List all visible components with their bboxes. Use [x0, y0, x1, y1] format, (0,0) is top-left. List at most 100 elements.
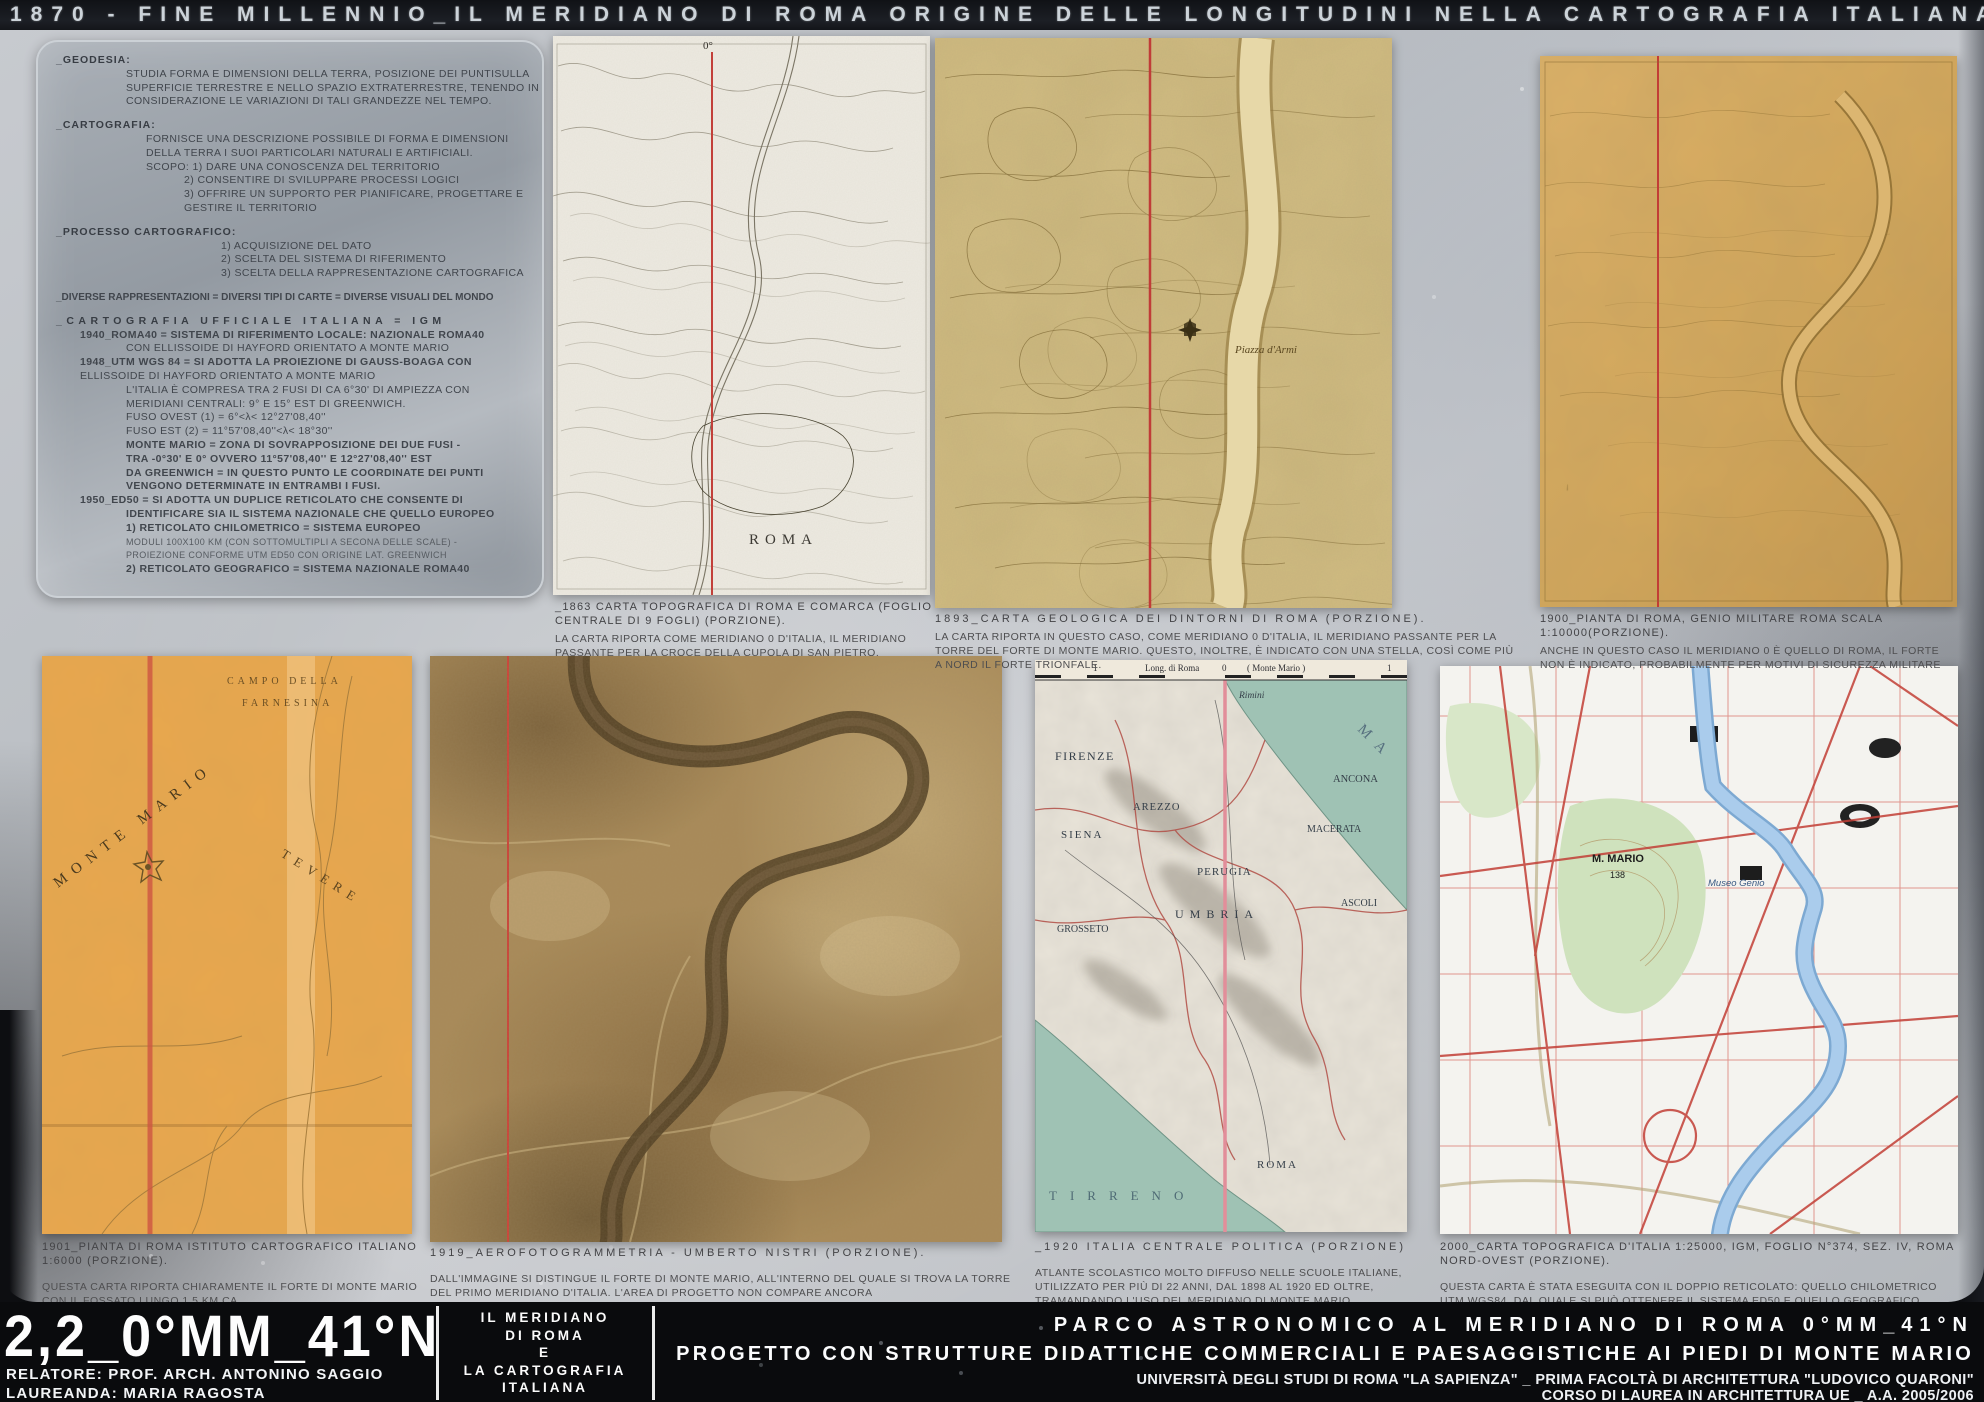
footer-center-line: IL MERIDIANO	[445, 1309, 645, 1327]
grosseto-label: GROSSETO	[1057, 924, 1109, 935]
caption-1893: 1893_CARTA GEOLOGICA DEI DINTORNI DI ROM…	[935, 612, 1520, 673]
footer-bar: 2,2_0°MM_41°N RELATORE: PROF. ARCH. ANTO…	[0, 1302, 1984, 1402]
info-panel-line	[56, 305, 528, 315]
thesis-poster: 1870 - FINE MILLENNIO_IL MERIDIANO DI RO…	[0, 0, 1984, 1402]
tirreno-sea-label: TIRRENO	[1049, 1188, 1196, 1203]
corso-line: CORSO DI LAUREA IN ARCHITETTURA UE _ A.A…	[1542, 1388, 1974, 1402]
info-panel-line: 1) RETICOLATO CHILOMETRICO = SISTEMA EUR…	[56, 522, 528, 536]
firenze-label: FIRENZE	[1055, 749, 1115, 763]
relatore-line: RELATORE: PROF. ARCH. ANTONINO SAGGIO	[6, 1366, 383, 1383]
info-panel-line: IDENTIFICARE SIA IL SISTEMA NAZIONALE CH…	[56, 508, 528, 522]
info-panel-line	[56, 281, 528, 291]
caption-title: 1900_PIANTA DI ROMA, GENIO MILITARE ROMA…	[1540, 612, 1960, 640]
caption-1900: 1900_PIANTA DI ROMA, GENIO MILITARE ROMA…	[1540, 612, 1960, 672]
project-code-title: 2,2_0°MM_41°N	[4, 1303, 440, 1370]
footer-center-title: IL MERIDIANO DI ROMA E LA CARTOGRAFIA IT…	[445, 1309, 645, 1397]
caption-title: 2000_CARTA TOPOGRAFICA D'ITALIA 1:25000,…	[1440, 1240, 1962, 1268]
siena-label: SIENA	[1061, 829, 1103, 841]
roma-label: ROMA	[749, 532, 818, 548]
caption-1863: _1863 CARTA TOPOGRAFICA DI ROMA E COMARC…	[555, 600, 937, 660]
right-shadow-edge	[1958, 30, 1984, 1302]
perugia-label: PERUGIA	[1197, 866, 1252, 878]
info-panel-line: STUDIA FORMA E DIMENSIONI DELLA TERRA, P…	[56, 68, 528, 82]
map-1900-image	[1540, 56, 1957, 607]
info-panel-line: GESTIRE IL TERRITORIO	[56, 202, 528, 216]
map-1919-image	[430, 656, 1002, 1242]
rimini-label: Rimini	[1238, 691, 1265, 701]
caption-1901: 1901_PIANTA DI ROMA ISTITUTO CARTOGRAFIC…	[42, 1240, 434, 1308]
parco-title: PARCO ASTRONOMICO AL MERIDIANO DI ROMA 0…	[1054, 1314, 1974, 1337]
arezzo-label: AREZZO	[1133, 802, 1180, 813]
caption-title: 1901_PIANTA DI ROMA ISTITUTO CARTOGRAFIC…	[42, 1240, 434, 1268]
info-panel-line: SCOPO: 1) DARE UNA CONOSCENZA DEL TERRIT…	[56, 161, 528, 175]
info-panel-line: 1) ACQUISIZIONE DEL DATO	[56, 240, 528, 254]
info-panel-line: 3) SCELTA DELLA RAPPRESENTAZIONE CARTOGR…	[56, 267, 528, 281]
map-2000-image: M. MARIO 138 Museo Genio	[1440, 666, 1958, 1234]
rome-hatched-city	[692, 414, 854, 515]
info-panel-line: PROIEZIONE CONFORME UTM ED50 CON ORIGINE…	[56, 549, 528, 563]
info-panel-line: 1948_UTM WGS 84 = SI ADOTTA LA PROIEZION…	[56, 356, 528, 370]
info-panel-line: VENGONO DETERMINATE IN ENTRAMBI I FUSI.	[56, 480, 528, 494]
info-panel-line	[56, 109, 528, 119]
footer-right-block: PARCO ASTRONOMICO AL MERIDIANO DI ROMA 0…	[660, 1302, 1976, 1402]
map-2000: M. MARIO 138 Museo Genio	[1440, 666, 1958, 1234]
info-panel-line: CON ELLISSOIDE DI HAYFORD ORIENTATO A MO…	[56, 342, 528, 356]
caption-body: LA CARTA RIPORTA IN QUESTO CASO, COME ME…	[935, 630, 1520, 673]
info-panel-line: _PROCESSO CARTOGRAFICO:	[56, 226, 528, 240]
campo-farnesina-label-1: CAMPO DELLA	[227, 676, 342, 687]
city-blocks	[1557, 469, 1853, 604]
map-1919	[430, 656, 1002, 1242]
caption-title: 1919_AEROFOTOGRAMMETRIA - UMBERTO NISTRI…	[430, 1246, 1030, 1260]
caption-title: _1863 CARTA TOPOGRAFICA DI ROMA E COMARC…	[555, 600, 937, 628]
map-1920-image: 1 Long. di Roma 0 ( Monte Mario ) 1 FIRE…	[1035, 660, 1407, 1232]
top-banner: 1870 - FINE MILLENNIO_IL MERIDIANO DI RO…	[0, 0, 1984, 30]
map-1900	[1540, 56, 1957, 607]
roma-label: ROMA	[1257, 1159, 1298, 1171]
info-panel-line: MERIDIANI CENTRALI: 9° E 15° EST DI GREE…	[56, 398, 528, 412]
info-panel-line: CONSIDERAZIONE LE VARIAZIONI DI TALI GRA…	[56, 95, 528, 109]
info-panel-line: L'ITALIA È COMPRESA TRA 2 FUSI DI CA 6°3…	[56, 384, 528, 398]
info-panel-line: 1940_ROMA40 = SISTEMA DI RIFERIMENTO LOC…	[56, 329, 528, 343]
universita-line: UNIVERSITÀ DEGLI STUDI DI ROMA "LA SAPIE…	[1137, 1372, 1975, 1388]
caption-body: ANCHE IN QUESTO CASO IL MERIDIANO 0 È QU…	[1540, 644, 1960, 672]
campo-farnesina-label-2: FARNESINA	[242, 698, 333, 709]
info-panel-line: FUSO OVEST (1) = 6°<λ< 12°27'08,40''	[56, 411, 528, 425]
map-1920: 1 Long. di Roma 0 ( Monte Mario ) 1 FIRE…	[1035, 660, 1407, 1232]
poster-title: 1870 - FINE MILLENNIO_IL MERIDIANO DI RO…	[0, 3, 1984, 27]
info-panel-line: 2) CONSENTIRE DI SVILUPPARE PROCESSI LOG…	[56, 174, 528, 188]
macerata-label: MACERATA	[1307, 824, 1362, 835]
info-panel-line: 3) OFFRIRE UN SUPPORTO PER PIANIFICARE, …	[56, 188, 528, 202]
caption-body: LA CARTA RIPORTA COME MERIDIANO 0 D'ITAL…	[555, 632, 937, 660]
map-1901: MONTE MARIO CAMPO DELLA FARNESINA TEVERE	[42, 656, 412, 1234]
ancona-label: ANCONA	[1333, 774, 1378, 785]
laureanda-line: LAUREANDA: MARIA RAGOSTA	[6, 1385, 266, 1402]
footer-center-line: DI ROMA	[445, 1327, 645, 1345]
info-panel-line: MONTE MARIO = ZONA DI SOVRAPPOSIZIONE DE…	[56, 439, 528, 453]
info-panel-line: _GEODESIA:	[56, 54, 528, 68]
map-1863: 0° ROMA	[553, 36, 930, 595]
info-panel-line: DA GREENWICH = IN QUESTO PUNTO LE COORDI…	[56, 467, 528, 481]
info-panel-line: 2) SCELTA DEL SISTEMA DI RIFERIMENTO	[56, 253, 528, 267]
left-shadow-edge	[0, 1010, 38, 1302]
footer-divider-right	[652, 1306, 655, 1400]
info-panel-line: 2) RETICOLATO GEOGRAFICO = SISTEMA NAZIO…	[56, 563, 528, 577]
caption-title: 1893_CARTA GEOLOGICA DEI DINTORNI DI ROM…	[935, 612, 1520, 626]
info-panel-line: _DIVERSE RAPPRESENTAZIONI = DIVERSI TIPI…	[56, 291, 528, 305]
info-panel-line: ELLISSOIDE DI HAYFORD ORIENTATO A MONTE …	[56, 370, 528, 384]
info-panel-line: 1950_ED50 = SI ADOTTA UN DUPLICE RETICOL…	[56, 494, 528, 508]
info-panel-line: TRA -0°30' E 0° OVVERO 11°57'08,40'' E 1…	[56, 453, 528, 467]
info-panel: _GEODESIA: STUDIA FORMA E DIMENSIONI DEL…	[36, 40, 544, 598]
footer-center-line: E	[445, 1344, 645, 1362]
footer-divider-left	[436, 1306, 439, 1400]
info-panel-line: MODULI 100X100 KM (CON SOTTOMULTIPLI A S…	[56, 536, 528, 550]
ascoli-label: ASCOLI	[1341, 898, 1377, 909]
map-1893-image: Piazza d'Armi	[935, 38, 1392, 608]
info-panel-line: DELLA TERRA I SUOI PARTICOLARI NATURALI …	[56, 147, 528, 161]
museo-genio-label: Museo Genio	[1708, 878, 1765, 889]
map-1893: Piazza d'Armi	[935, 38, 1392, 608]
info-panel-line	[56, 216, 528, 226]
info-panel-line: FUSO EST (2) = 11°57'08,40''<λ< 18°30''	[56, 425, 528, 439]
footer-center-line: ITALIANA	[445, 1379, 645, 1397]
info-panel-line: FORNISCE UNA DESCRIZIONE POSSIBILE DI FO…	[56, 133, 528, 147]
info-panel-line: SUPERFICIE TERRESTRE E NELLO SPAZIO EXTR…	[56, 82, 528, 96]
